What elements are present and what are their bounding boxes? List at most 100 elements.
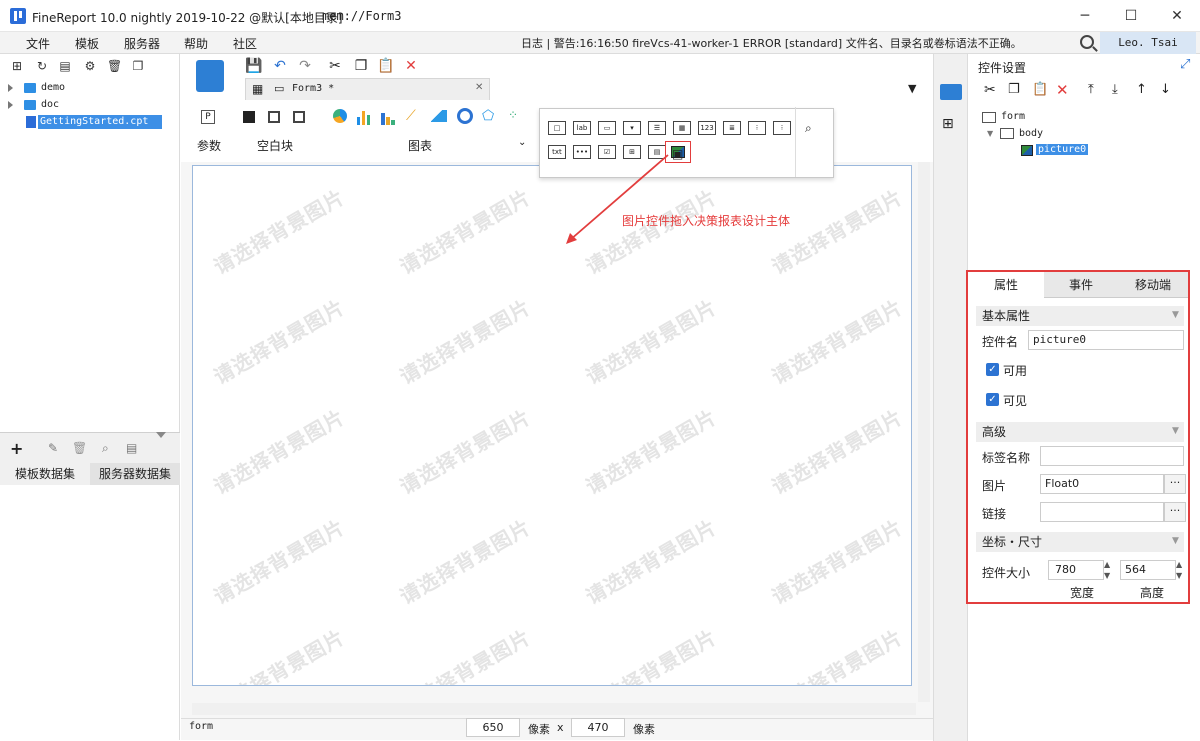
minimize-button[interactable]: ─ xyxy=(1062,0,1108,32)
tab-mobile[interactable]: 移动端 xyxy=(1118,272,1188,298)
width-input[interactable]: 780 xyxy=(1048,560,1104,580)
delete-icon[interactable]: ✕ xyxy=(402,57,420,75)
preview-icon[interactable]: ⌕ xyxy=(102,441,109,456)
tab-properties[interactable]: 属性 xyxy=(968,272,1044,298)
user-badge[interactable]: Leo. Tsai xyxy=(1100,32,1196,54)
section-basic[interactable]: 基本属性 xyxy=(976,306,1184,326)
collapse-arrow-icon[interactable] xyxy=(156,432,166,438)
tag-name-input[interactable] xyxy=(1040,446,1184,466)
gauge-chart-icon[interactable] xyxy=(457,108,473,124)
new-folder-icon[interactable]: ⊞ xyxy=(10,59,24,73)
pin-icon[interactable]: ⤢ xyxy=(1180,57,1190,72)
move-top-icon[interactable]: ⤒ xyxy=(1088,82,1094,97)
delete-icon[interactable]: ✕ xyxy=(1056,81,1069,99)
widget-list-icon[interactable]: ☰ xyxy=(648,121,666,135)
section-coordinates[interactable]: 坐标・尺寸 xyxy=(976,532,1184,552)
move-bottom-icon[interactable]: ⤓ xyxy=(1112,82,1118,97)
area-chart-icon[interactable] xyxy=(431,110,447,122)
move-up-icon[interactable]: ↑ xyxy=(1136,82,1147,97)
widget-name-input[interactable]: picture0 xyxy=(1028,330,1184,350)
redo-icon[interactable]: ↷ xyxy=(296,57,314,75)
undo-icon[interactable]: ↶ xyxy=(271,57,289,75)
grid-icon[interactable]: ▦ xyxy=(252,82,263,96)
tab-server-dataset[interactable]: 服务器数据集 xyxy=(90,463,180,485)
expand-arrow-icon[interactable] xyxy=(8,101,13,109)
widget-textbox-icon[interactable]: ▭ xyxy=(598,121,616,135)
column-chart-icon[interactable] xyxy=(381,109,397,125)
log-message[interactable]: 日志 | 警告:16:16:50 fireVcs-41-worker-1 ERR… xyxy=(521,35,1022,51)
maximize-button[interactable]: ☐ xyxy=(1108,0,1154,32)
paste-icon[interactable]: 📋 xyxy=(377,57,395,75)
tab-events[interactable]: 事件 xyxy=(1044,272,1118,298)
cut-icon[interactable]: ✂ xyxy=(984,82,996,98)
dropdown-menu-icon[interactable]: ▼ xyxy=(908,82,916,95)
tree-node-form[interactable]: form xyxy=(1001,111,1025,122)
refresh-icon[interactable]: ↻ xyxy=(35,59,49,73)
save-icon[interactable]: 💾 xyxy=(245,57,263,75)
widget-textarea-icon[interactable]: ≣ xyxy=(723,121,741,135)
widget-library-icon[interactable] xyxy=(196,60,224,92)
tab-block-icon[interactable] xyxy=(268,111,280,123)
server-dataset-icon[interactable]: ▤ xyxy=(126,441,137,455)
section-advanced[interactable]: 高级 xyxy=(976,422,1184,442)
width-spinner[interactable]: ▲ ▼ xyxy=(1104,559,1110,581)
close-button[interactable]: ✕ xyxy=(1154,0,1200,32)
widget-combobox-icon[interactable]: ▾ xyxy=(623,121,641,135)
parameter-icon[interactable]: P xyxy=(201,110,215,124)
tree-node-picture0[interactable]: picture0 xyxy=(1036,144,1089,155)
collapse-arrow-icon[interactable]: ▼ xyxy=(1172,536,1179,546)
tab-template-dataset[interactable]: 模板数据集 xyxy=(0,463,90,485)
menu-server[interactable]: 服务器 xyxy=(124,35,160,52)
image-input[interactable]: Float0 xyxy=(1040,474,1164,494)
menu-file[interactable]: 文件 xyxy=(26,35,50,52)
menu-help[interactable]: 帮助 xyxy=(184,35,208,52)
search-widget-icon[interactable]: ⌕ xyxy=(805,121,812,136)
widget-number-icon[interactable]: 123 xyxy=(698,121,716,135)
pie-chart-icon[interactable] xyxy=(333,109,347,123)
height-spinner[interactable]: ▲ ▼ xyxy=(1176,559,1182,581)
bar-chart-icon[interactable] xyxy=(357,109,373,125)
delete-icon[interactable]: 🗑 xyxy=(72,441,87,455)
tree-node-body[interactable]: body xyxy=(1019,128,1043,139)
radar-chart-icon[interactable]: ⬠ xyxy=(482,108,494,124)
open-icon[interactable]: ▤ xyxy=(58,59,72,73)
paste-icon[interactable]: 📋 xyxy=(1032,82,1048,97)
enabled-checkbox[interactable]: ✓ xyxy=(986,363,999,376)
blank-block-icon[interactable] xyxy=(243,111,255,123)
widget-label-icon[interactable]: lab xyxy=(573,121,591,135)
horizontal-scrollbar[interactable] xyxy=(192,703,916,715)
copy-icon[interactable]: ❐ xyxy=(352,57,370,75)
line-chart-icon[interactable]: ⟋ xyxy=(406,108,416,124)
widget-button-icon[interactable]: □ xyxy=(548,121,566,135)
tab-form3[interactable]: Form3 * xyxy=(292,83,334,94)
delete-icon[interactable]: 🗑 xyxy=(107,59,122,73)
visible-checkbox[interactable]: ✓ xyxy=(986,393,999,406)
canvas-width-input[interactable]: 650 xyxy=(466,718,520,737)
widget-checkgroup-icon[interactable]: ⁝ xyxy=(773,121,791,135)
component-library-icon[interactable]: ⊞ xyxy=(942,116,954,132)
copy-icon[interactable]: ❐ xyxy=(131,59,145,73)
move-down-icon[interactable]: ↓ xyxy=(1160,82,1171,97)
cut-icon[interactable]: ✂ xyxy=(326,57,344,75)
link-browse-button[interactable]: ··· xyxy=(1164,502,1186,522)
widget-settings-toggle-icon[interactable] xyxy=(940,84,962,100)
link-input[interactable] xyxy=(1040,502,1164,522)
widget-radiogroup-icon[interactable]: ⁝ xyxy=(748,121,766,135)
form-body-canvas[interactable]: 请选择背景图片 请选择背景图片 请选择背景图片 请选择背景图片 请选择背景图片 … xyxy=(192,165,912,686)
add-dataset-icon[interactable]: + xyxy=(10,439,23,458)
collapse-arrow-icon[interactable]: ▼ xyxy=(1172,310,1179,320)
menu-community[interactable]: 社区 xyxy=(233,35,257,52)
tab-close-icon[interactable]: ✕ xyxy=(475,82,483,93)
expand-arrow-icon[interactable] xyxy=(8,84,13,92)
copy-icon[interactable]: ❐ xyxy=(1008,82,1020,97)
widget-date-icon[interactable]: ▦ xyxy=(673,121,691,135)
absolute-block-icon[interactable] xyxy=(293,111,305,123)
tree-item-gettingstarted[interactable]: GettingStarted.cpt xyxy=(38,115,162,129)
canvas-height-input[interactable]: 470 xyxy=(571,718,625,737)
collapse-arrow-icon[interactable]: ▼ xyxy=(1172,426,1179,436)
edit-icon[interactable]: ✎ xyxy=(48,441,58,455)
search-icon[interactable] xyxy=(1080,35,1094,49)
expand-arrow-icon[interactable]: ▼ xyxy=(987,129,993,138)
vertical-scrollbar[interactable] xyxy=(918,162,930,702)
image-browse-button[interactable]: ··· xyxy=(1164,474,1186,494)
